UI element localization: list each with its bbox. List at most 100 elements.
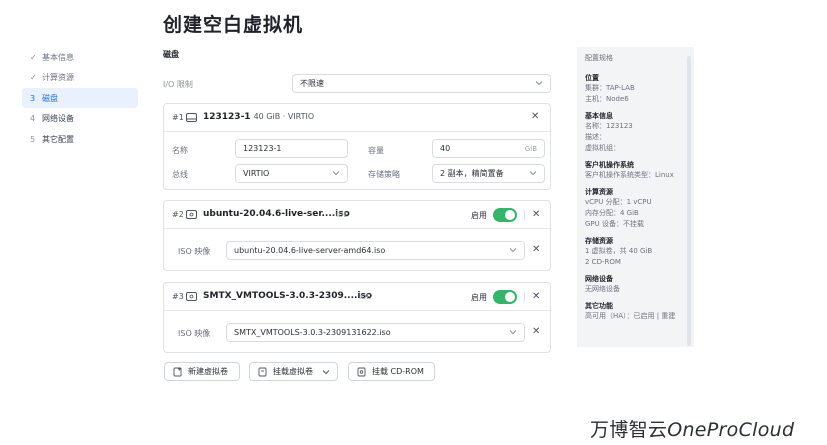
- summary-line: 内存分配：4 GiB: [585, 209, 639, 217]
- io-limit-row: I/O 限制 不限速: [163, 74, 551, 93]
- enable-label: 启用: [471, 293, 487, 302]
- remove-iso-icon[interactable]: ✕: [532, 245, 540, 255]
- summary-line: 名称：123123: [585, 122, 633, 130]
- step-number: 4: [30, 114, 36, 123]
- step-number: 5: [30, 134, 36, 144]
- summary-heading: 客户机操作系统: [585, 161, 634, 169]
- disk-icon: [185, 111, 198, 124]
- name-label: 名称: [172, 146, 188, 155]
- chevron-down-icon: [508, 245, 518, 255]
- summary-line: 主机：Node6: [585, 95, 629, 103]
- summary-line: 描述：: [585, 133, 606, 141]
- check-icon: ✓: [30, 52, 37, 62]
- cdrom-icon: [357, 367, 366, 376]
- step-disk[interactable]: 3 磁盘: [22, 88, 138, 108]
- iso-value: SMTX_VMTOOLS-3.0.3-2309131622.iso: [234, 328, 391, 337]
- chevron-down-icon: [534, 78, 544, 88]
- enable-toggle[interactable]: [493, 290, 517, 304]
- mount-disk-button[interactable]: 挂载虚拟卷: [249, 362, 338, 381]
- chevron-down-icon: [321, 367, 331, 377]
- io-limit-select[interactable]: 不限速: [292, 74, 551, 93]
- summary-line: 客户机操作系统类型：Linux: [585, 171, 674, 179]
- config-summary-panel: 配置规格 位置 集群：TAP-LAB 主机：Node6 基本信息 名称：1231…: [577, 47, 694, 347]
- summary-line: vCPU 分配：1 vCPU: [585, 198, 652, 206]
- disk-number: #1: [172, 113, 184, 122]
- bus-value: VIRTIO: [243, 169, 270, 178]
- disk-name-text: 123123-1: [203, 112, 251, 122]
- io-limit-label: I/O 限制: [163, 80, 193, 89]
- summary-title: 配置规格: [585, 54, 613, 62]
- check-icon: ✓: [30, 73, 37, 82]
- summary-line: 集群：TAP-LAB: [585, 84, 635, 92]
- disk-header: #2 ubuntu-20.04.6-live-ser....iso IDE 启用…: [164, 201, 550, 229]
- summary-line: 虚拟机组：: [585, 144, 620, 152]
- summary-heading: 基本信息: [585, 112, 613, 120]
- iso-select[interactable]: ubuntu-20.04.6-live-server-amd64.iso: [226, 241, 525, 260]
- disk-card-3: #3 SMTX_VMTOOLS-3.0.3-2309....iso IDE 启用…: [163, 282, 551, 353]
- mount-disk-icon: [258, 367, 267, 376]
- summary-heading: 计算资源: [585, 188, 613, 196]
- summary-heading: 位置: [585, 74, 599, 82]
- disk-name-input[interactable]: 123123-1: [235, 139, 348, 158]
- capacity-unit: GiB: [524, 145, 537, 153]
- disk-name: SMTX_VMTOOLS-3.0.3-2309....iso: [203, 291, 373, 301]
- iso-value: ubuntu-20.04.6-live-server-amd64.iso: [234, 246, 386, 255]
- mount-cdrom-label: 挂载 CD-ROM: [372, 367, 424, 376]
- watermark: 万博智云OneProCloud: [590, 415, 794, 442]
- step-label: 计算资源: [42, 73, 74, 82]
- section-title: 磁盘: [163, 50, 179, 59]
- divider: [524, 292, 525, 302]
- disk-bus: IDE: [336, 211, 348, 219]
- iso-label: ISO 映像: [178, 247, 211, 256]
- step-number: 3: [30, 93, 36, 103]
- toggle-knob: [505, 292, 515, 302]
- step-label: 基本信息: [42, 52, 74, 62]
- cdrom-icon: [185, 208, 198, 221]
- chevron-down-icon: [528, 168, 538, 178]
- capacity-value: 40: [440, 144, 451, 153]
- bus-label: 总线: [172, 170, 188, 179]
- summary-line: 1 虚拟卷，共 40 GiB: [585, 247, 653, 255]
- disk-name: 123123-1 40 GiB · VIRTIO: [203, 112, 314, 122]
- new-disk-button[interactable]: 新建虚拟卷: [164, 362, 240, 381]
- close-icon[interactable]: ✕: [531, 112, 539, 122]
- disk-name-value: 123123-1: [243, 144, 282, 153]
- summary-heading: 网络设备: [585, 275, 613, 283]
- disk-card-1: #1 123123-1 40 GiB · VIRTIO ✕ 名称 123123-1…: [163, 103, 551, 190]
- iso-label: ISO 映像: [178, 329, 211, 338]
- iso-select[interactable]: SMTX_VMTOOLS-3.0.3-2309131622.iso: [226, 323, 525, 342]
- policy-select[interactable]: 2 副本，精简置备: [432, 164, 545, 183]
- mount-cdrom-button[interactable]: 挂载 CD-ROM: [348, 362, 435, 381]
- step-label: 磁盘: [42, 93, 58, 103]
- close-icon[interactable]: ✕: [532, 292, 540, 302]
- close-icon[interactable]: ✕: [532, 210, 540, 220]
- disk-number: #3: [172, 292, 184, 301]
- summary-line: 2 CD-ROM: [585, 258, 621, 266]
- policy-value: 2 副本，精简置备: [440, 169, 504, 178]
- cdrom-icon: [185, 290, 198, 303]
- step-other[interactable]: 5 其它配置: [22, 129, 138, 149]
- disk-meta: 40 GiB · VIRTIO: [253, 112, 315, 121]
- step-label: 其它配置: [42, 134, 74, 144]
- summary-scrollbar[interactable]: [687, 56, 691, 346]
- toggle-knob: [505, 210, 515, 220]
- new-disk-label: 新建虚拟卷: [188, 367, 228, 376]
- summary-line: 无网络设备: [585, 285, 620, 293]
- mount-disk-label: 挂载虚拟卷: [273, 367, 313, 376]
- step-compute[interactable]: ✓ 计算资源: [22, 68, 138, 88]
- remove-iso-icon[interactable]: ✕: [532, 327, 540, 337]
- step-network[interactable]: 4 网络设备: [22, 109, 138, 129]
- bus-select[interactable]: VIRTIO: [235, 164, 348, 183]
- disk-name: ubuntu-20.04.6-live-ser....iso: [203, 209, 350, 219]
- step-label: 网络设备: [42, 114, 74, 123]
- disk-card-2: #2 ubuntu-20.04.6-live-ser....iso IDE 启用…: [163, 200, 551, 271]
- summary-heading: 其它功能: [585, 302, 613, 310]
- step-basic-info[interactable]: ✓ 基本信息: [22, 47, 138, 67]
- disk-header: #3 SMTX_VMTOOLS-3.0.3-2309....iso IDE 启用…: [164, 283, 550, 311]
- page-title: 创建空白虚拟机: [163, 14, 304, 36]
- add-disk-icon: [173, 367, 182, 376]
- capacity-input[interactable]: 40 GiB: [432, 139, 545, 158]
- summary-line: 高可用（HA）：已启用 | 重建: [585, 312, 676, 320]
- enable-toggle[interactable]: [493, 208, 517, 222]
- policy-label: 存储策略: [368, 170, 400, 179]
